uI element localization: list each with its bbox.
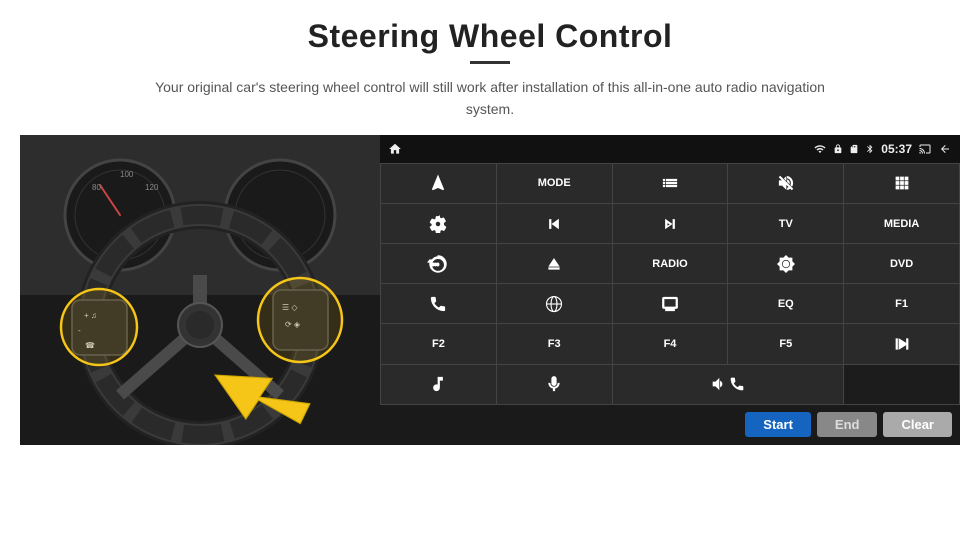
phone-btn[interactable] xyxy=(381,284,496,323)
status-time: 05:37 xyxy=(881,142,912,156)
clear-button[interactable]: Clear xyxy=(883,412,952,437)
lock-status-icon xyxy=(833,143,843,155)
bottom-bar: Start End Clear xyxy=(380,405,960,445)
tv-btn[interactable]: TV xyxy=(728,204,843,243)
svg-text:80: 80 xyxy=(92,183,101,192)
settings-btn[interactable] xyxy=(381,204,496,243)
brightness-btn[interactable] xyxy=(728,244,843,283)
svg-text:100: 100 xyxy=(120,170,134,179)
cast-status-icon xyxy=(918,143,932,155)
empty-btn xyxy=(844,365,959,404)
f2-btn[interactable]: F2 xyxy=(381,324,496,363)
next-btn[interactable] xyxy=(613,204,728,243)
eject-btn[interactable] xyxy=(497,244,612,283)
page-wrapper: Steering Wheel Control Your original car… xyxy=(0,0,980,544)
browse-btn[interactable] xyxy=(497,284,612,323)
screen-btn[interactable] xyxy=(613,284,728,323)
steering-wheel-image: 80 100 120 + ♫ - ☎ xyxy=(20,135,380,445)
volphone-btn[interactable] xyxy=(613,365,844,404)
f5-btn[interactable]: F5 xyxy=(728,324,843,363)
dvd-btn[interactable]: DVD xyxy=(844,244,959,283)
mic-btn[interactable] xyxy=(497,365,612,404)
back-status-icon xyxy=(938,143,952,155)
nav-btn[interactable] xyxy=(381,164,496,203)
f3-btn[interactable]: F3 xyxy=(497,324,612,363)
button-grid: MODE xyxy=(380,163,960,405)
f4-btn[interactable]: F4 xyxy=(613,324,728,363)
prev-btn[interactable] xyxy=(497,204,612,243)
radio-btn[interactable]: RADIO xyxy=(613,244,728,283)
svg-text:360: 360 xyxy=(432,262,440,267)
wifi-status-icon xyxy=(813,143,827,155)
android-ui-panel: 05:37 MODE xyxy=(380,135,960,445)
page-title: Steering Wheel Control xyxy=(308,18,673,55)
bluetooth-status-icon xyxy=(865,143,875,155)
mode-btn[interactable]: MODE xyxy=(497,164,612,203)
title-divider xyxy=(470,61,510,64)
end-button[interactable]: End xyxy=(817,412,878,437)
mute-btn[interactable] xyxy=(728,164,843,203)
media-btn[interactable]: MEDIA xyxy=(844,204,959,243)
sd-status-icon xyxy=(849,143,859,155)
status-bar-right: 05:37 xyxy=(813,142,952,156)
eq-btn[interactable]: EQ xyxy=(728,284,843,323)
start-button[interactable]: Start xyxy=(745,412,811,437)
playpause-btn[interactable] xyxy=(844,324,959,363)
apps-btn[interactable] xyxy=(844,164,959,203)
status-bar-left xyxy=(388,142,402,156)
steering-wheel-svg: 80 100 120 + ♫ - ☎ xyxy=(20,135,380,445)
list-btn[interactable] xyxy=(613,164,728,203)
status-bar: 05:37 xyxy=(380,135,960,163)
music-btn[interactable] xyxy=(381,365,496,404)
f1-btn[interactable]: F1 xyxy=(844,284,959,323)
content-row: 80 100 120 + ♫ - ☎ xyxy=(20,135,960,445)
home-icon xyxy=(388,142,402,156)
page-subtitle: Your original car's steering wheel contr… xyxy=(140,76,840,121)
svg-text:120: 120 xyxy=(145,183,159,192)
cam360-btn[interactable]: 360 xyxy=(381,244,496,283)
